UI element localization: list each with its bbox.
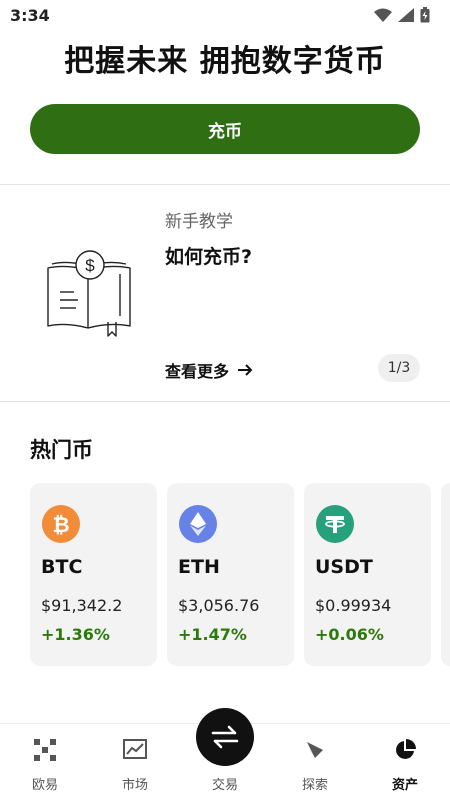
coin-price: $91,342.2 (41, 596, 123, 615)
deposit-button[interactable]: 充币 (30, 104, 420, 154)
status-bar: 3:34 (0, 0, 450, 32)
nav-item-okx[interactable]: 欧易 (0, 724, 90, 800)
coin-price: $0.99934 (315, 596, 392, 615)
coin-card-partial[interactable] (441, 483, 450, 666)
coin-symbol: USDT (315, 556, 373, 578)
compass-icon (303, 738, 327, 762)
tether-icon (316, 505, 354, 543)
coin-change: +1.47% (178, 625, 247, 644)
okx-logo-icon (33, 738, 57, 762)
wifi-icon (374, 8, 392, 22)
divider (0, 401, 450, 402)
nav-label: 交易 (211, 778, 238, 793)
nav-item-assets[interactable]: 资产 (360, 724, 450, 800)
bitcoin-icon: ₿ (42, 505, 80, 543)
nav-label: 市场 (121, 778, 148, 793)
status-time: 3:34 (10, 6, 50, 25)
pie-chart-icon (393, 738, 417, 762)
coin-card-eth[interactable]: ETH $3,056.76 +1.47% (167, 483, 294, 666)
coin-symbol: ETH (178, 556, 220, 578)
coin-symbol: BTC (41, 556, 83, 578)
coin-card-usdt[interactable]: USDT $0.99934 +0.06% (304, 483, 431, 666)
status-icons (374, 7, 430, 23)
coin-card-btc[interactable]: ₿ BTC $91,342.2 +1.36% (30, 483, 157, 666)
nav-label: 探索 (301, 778, 328, 793)
coin-change: +1.36% (41, 625, 110, 644)
see-more-label: 查看更多 (165, 362, 230, 381)
book-dollar-illustration: $ (47, 250, 131, 337)
nav-item-market[interactable]: 市场 (90, 724, 180, 800)
nav-item-explore[interactable]: 探索 (270, 724, 360, 800)
see-more-link[interactable]: 查看更多 (165, 358, 253, 382)
coin-change: +0.06% (315, 625, 384, 644)
battery-icon (420, 7, 430, 23)
chart-icon (123, 738, 147, 762)
arrow-right-icon (238, 364, 253, 376)
coin-price: $3,056.76 (178, 596, 260, 615)
tutorial-title: 如何充币? (165, 246, 253, 268)
nav-label: 欧易 (31, 778, 58, 793)
nav-label: 资产 (391, 778, 418, 793)
swap-icon (211, 725, 239, 749)
hero-title: 把握未来 拥抱数字货币 (64, 44, 386, 79)
carousel-pager: 1/3 (378, 354, 420, 382)
trade-fab-button[interactable] (196, 708, 254, 766)
divider (0, 184, 450, 185)
svg-text:₿: ₿ (52, 514, 69, 536)
tutorial-subtitle: 新手教学 (165, 212, 233, 232)
hot-coins-title: 热门币 (30, 438, 93, 462)
svg-text:$: $ (85, 256, 95, 275)
signal-icon (398, 8, 414, 22)
ethereum-icon (179, 505, 217, 543)
